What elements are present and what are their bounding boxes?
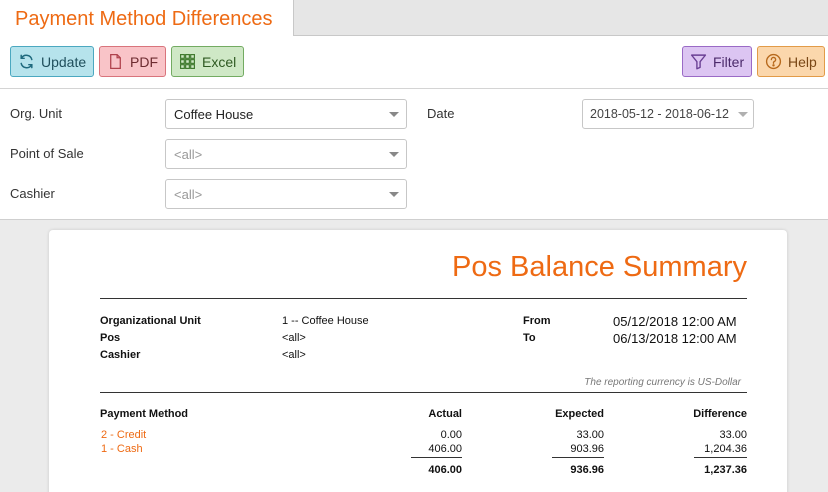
total-expected: 936.96: [570, 464, 604, 476]
funnel-icon: [690, 54, 707, 70]
table-cell-expected: 903.96: [570, 443, 604, 455]
excel-button[interactable]: Excel: [171, 46, 244, 77]
filter-button-label: Filter: [713, 53, 745, 70]
header-rule: [100, 298, 747, 299]
report-page: Pos Balance Summary Organizational Unit …: [49, 230, 787, 492]
payment-method-link[interactable]: 1 - Cash: [101, 443, 143, 455]
table-cell-expected: 33.00: [576, 429, 604, 441]
filter-button[interactable]: Filter: [682, 46, 752, 77]
update-button[interactable]: Update: [10, 46, 94, 77]
payment-method-link[interactable]: 2 - Credit: [101, 429, 146, 441]
report-title: Pos Balance Summary: [452, 251, 747, 283]
update-button-label: Update: [41, 53, 87, 70]
meta-cashier-value: <all>: [282, 349, 306, 361]
table-cell-actual: 406.00: [428, 443, 462, 455]
org-unit-value: Coffee House: [174, 106, 254, 122]
pdf-file-icon: [110, 53, 121, 70]
excel-button-label: Excel: [202, 53, 237, 70]
org-unit-label: Org. Unit: [10, 106, 63, 121]
meta-org-unit-value: 1 -- Coffee House: [282, 315, 369, 327]
meta-pos-label: Pos: [100, 332, 121, 344]
column-header-actual: Actual: [428, 408, 462, 420]
date-range-value: 2018-05-12 - 2018-06-12: [590, 107, 729, 121]
cashier-select[interactable]: <all>: [165, 179, 407, 209]
point-of-sale-select[interactable]: <all>: [165, 139, 407, 169]
chevron-down-icon: [738, 112, 748, 117]
tab-strip: Payment Method Differences: [0, 0, 828, 37]
table-cell-difference: 33.00: [719, 429, 747, 441]
pdf-button[interactable]: PDF: [99, 46, 166, 77]
point-of-sale-label: Point of Sale: [10, 146, 84, 161]
meta-from-label: From: [523, 315, 551, 327]
meta-to-value: 06/13/2018 12:00 AM: [613, 331, 737, 346]
meta-cashier-label: Cashier: [100, 349, 141, 361]
tab-payment-method-differences[interactable]: Payment Method Differences: [0, 0, 294, 37]
question-circle-icon: [765, 53, 782, 70]
pdf-button-label: PDF: [130, 53, 158, 70]
currency-note: The reporting currency is US-Dollar: [584, 377, 741, 388]
grid-icon: [180, 54, 195, 69]
table-cell-actual: 0.00: [440, 429, 462, 441]
chevron-down-icon: [389, 112, 399, 117]
meta-pos-value: <all>: [282, 332, 306, 344]
org-unit-select[interactable]: Coffee House: [165, 99, 407, 129]
chevron-down-icon: [389, 152, 399, 157]
meta-org-unit-label: Organizational Unit: [100, 315, 201, 327]
refresh-icon: [20, 54, 33, 69]
toolbar: Update PDF Excel Filter Help: [0, 36, 828, 89]
sum-rule-actual: [411, 457, 462, 458]
column-header-payment-method: Payment Method: [100, 408, 189, 420]
help-button-label: Help: [788, 53, 817, 70]
column-header-expected: Expected: [555, 408, 604, 420]
help-button[interactable]: Help: [757, 46, 825, 77]
tab-title: Payment Method Differences: [15, 8, 273, 30]
sum-rule-difference: [694, 457, 747, 458]
point-of-sale-value: <all>: [174, 146, 203, 162]
table-cell-difference: 1,204.36: [704, 443, 747, 455]
sum-rule-expected: [552, 457, 604, 458]
meta-rule: [100, 392, 747, 393]
column-header-difference: Difference: [693, 408, 747, 420]
date-range-select[interactable]: 2018-05-12 - 2018-06-12: [582, 99, 754, 129]
filter-panel: Org. Unit Coffee House Point of Sale <al…: [0, 89, 828, 220]
chevron-down-icon: [389, 192, 399, 197]
cashier-label: Cashier: [10, 186, 55, 201]
meta-from-value: 05/12/2018 12:00 AM: [613, 314, 737, 329]
meta-to-label: To: [523, 332, 536, 344]
total-actual: 406.00: [428, 464, 462, 476]
total-difference: 1,237.36: [704, 464, 747, 476]
date-label: Date: [427, 106, 455, 121]
cashier-value: <all>: [174, 186, 203, 202]
